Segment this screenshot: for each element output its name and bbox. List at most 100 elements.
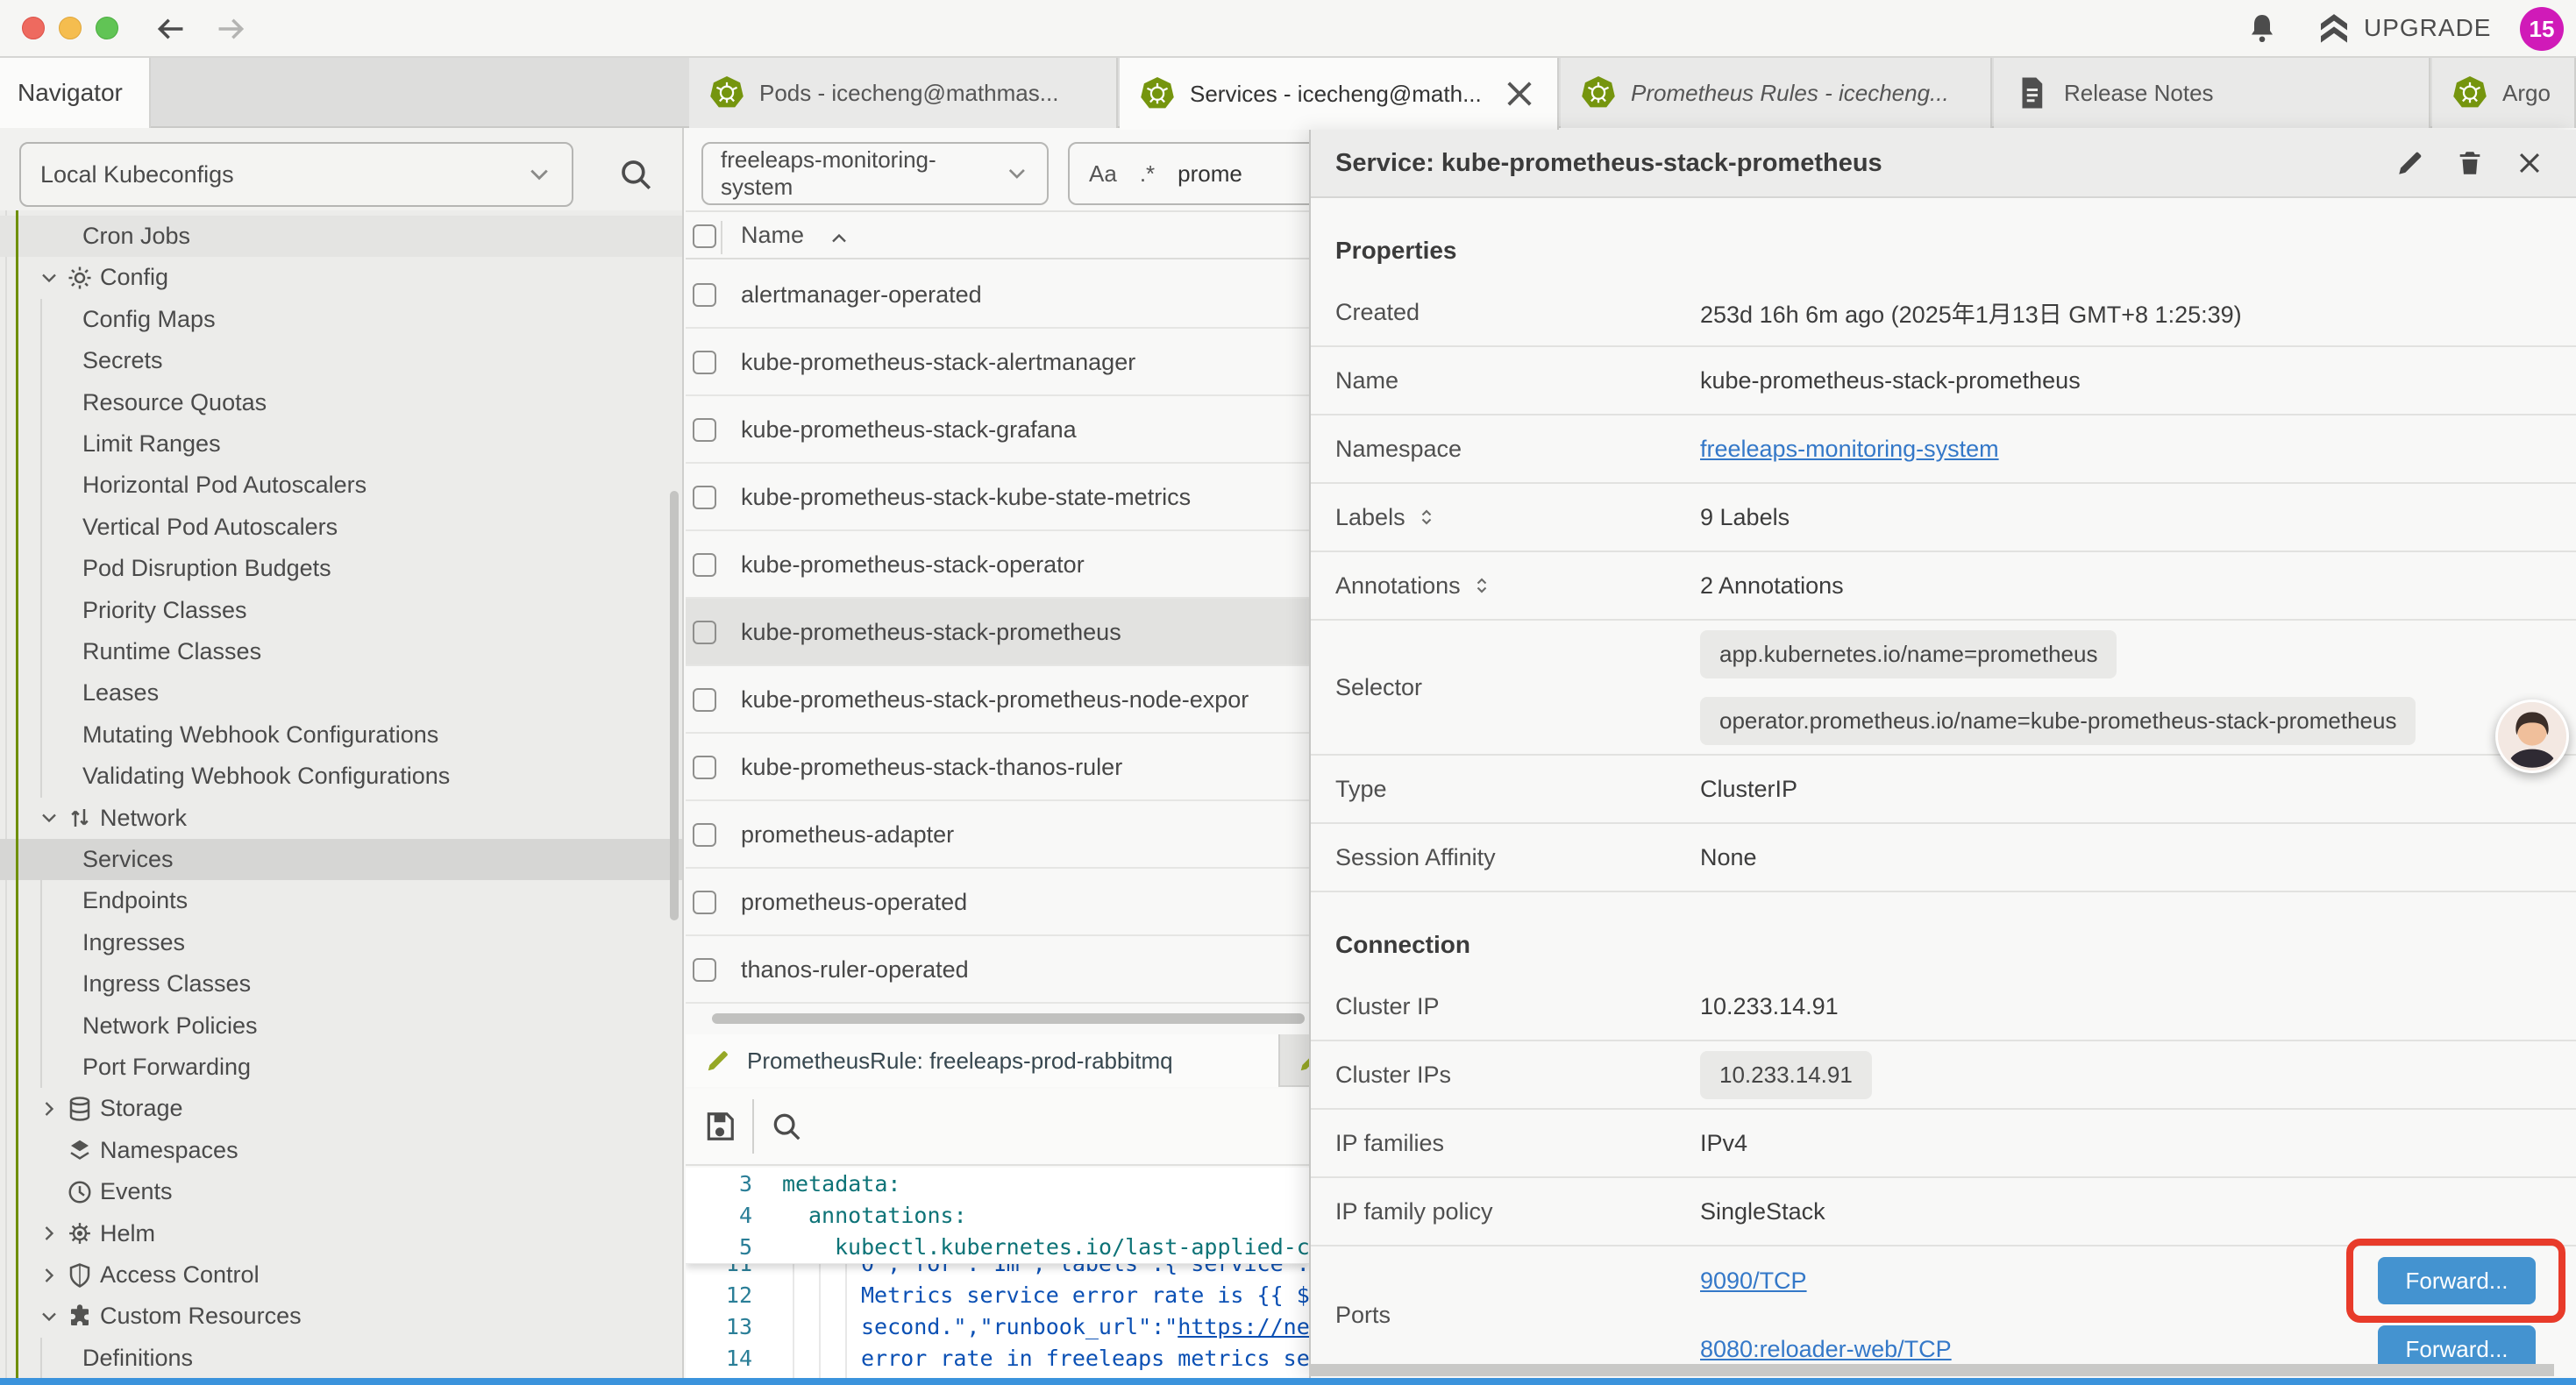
- sidebar-item-config[interactable]: Config: [0, 257, 684, 298]
- row-checkbox[interactable]: [693, 621, 716, 644]
- sidebar-item-helm[interactable]: Helm: [0, 1213, 684, 1254]
- table-row[interactable]: kube-prometheus-stack-kube-state-metrics: [686, 464, 1309, 531]
- drawer-horizontal-scrollbar[interactable]: [1309, 1364, 2554, 1376]
- upgrade-button[interactable]: UPGRADE: [2316, 11, 2491, 46]
- row-checkbox[interactable]: [693, 418, 716, 442]
- chevron-right-icon[interactable]: [39, 1223, 60, 1244]
- sidebar-item-cron-jobs[interactable]: Cron Jobs: [0, 216, 684, 257]
- row-checkbox[interactable]: [693, 756, 716, 779]
- table-row[interactable]: thanos-ruler-operated: [686, 936, 1309, 1004]
- tab-release-notes[interactable]: Release Notes: [1994, 58, 2430, 128]
- table-search-input[interactable]: Aa .* prome: [1068, 142, 1331, 205]
- match-case-toggle[interactable]: Aa: [1089, 160, 1117, 188]
- sidebar-item-config-maps[interactable]: Config Maps: [0, 299, 684, 340]
- table-row[interactable]: kube-prometheus-stack-alertmanager: [686, 329, 1309, 396]
- property-value-link[interactable]: freeleaps-monitoring-system: [1700, 436, 1999, 463]
- close-icon[interactable]: [1501, 75, 1538, 112]
- forward-button[interactable]: Forward...: [2378, 1257, 2536, 1304]
- kubeconfig-selector[interactable]: Local Kubeconfigs: [19, 142, 573, 207]
- sidebar-item-storage[interactable]: Storage: [0, 1088, 684, 1129]
- window-zoom-light[interactable]: [96, 17, 118, 39]
- code-link[interactable]: https://net: [1178, 1314, 1309, 1339]
- notification-count-badge[interactable]: 15: [2520, 7, 2564, 51]
- sidebar-item-vertical-pod-autoscalers[interactable]: Vertical Pod Autoscalers: [0, 507, 684, 548]
- delete-resource-icon[interactable]: [2455, 148, 2485, 178]
- sidebar-item-priority-classes[interactable]: Priority Classes: [0, 590, 684, 631]
- edit-resource-icon[interactable]: [2395, 148, 2425, 178]
- tab-argo-se[interactable]: Argo Se: [2432, 58, 2576, 128]
- forward-arrow-icon[interactable]: [214, 12, 247, 46]
- editor-search-icon[interactable]: [770, 1110, 803, 1143]
- row-checkbox[interactable]: [693, 958, 716, 982]
- chevron-down-icon: [1005, 161, 1029, 186]
- sidebar-item-endpoints[interactable]: Endpoints: [0, 880, 684, 921]
- sidebar-item-resource-quotas[interactable]: Resource Quotas: [0, 382, 684, 423]
- tab-pods-icecheng-mathmas[interactable]: Pods - icecheng@mathmas...: [689, 58, 1118, 128]
- table-row[interactable]: kube-prometheus-stack-prometheus: [686, 599, 1309, 666]
- tab-prometheus-rules-icecheng[interactable]: Prometheus Rules - icecheng...: [1561, 58, 1992, 128]
- sidebar-item-namespaces[interactable]: Namespaces: [0, 1130, 684, 1171]
- port-link[interactable]: 8080:reloader-web/TCP: [1700, 1336, 1952, 1363]
- regex-toggle[interactable]: .*: [1140, 160, 1155, 188]
- sidebar-item-port-forwarding[interactable]: Port Forwarding: [0, 1047, 684, 1088]
- table-row[interactable]: kube-prometheus-stack-operator: [686, 531, 1309, 599]
- table-horizontal-scrollbar[interactable]: [712, 1013, 1305, 1024]
- select-all-checkbox[interactable]: [693, 224, 716, 248]
- sidebar-item-leases[interactable]: Leases: [0, 672, 684, 714]
- navigator-panel-tab[interactable]: Navigator: [0, 58, 151, 128]
- sidebar-search-icon[interactable]: [617, 156, 654, 193]
- table-row[interactable]: alertmanager-operated: [686, 261, 1309, 329]
- sidebar-item-ingress-classes[interactable]: Ingress Classes: [0, 963, 684, 1005]
- row-checkbox[interactable]: [693, 823, 716, 847]
- port-link[interactable]: 9090/TCP: [1700, 1268, 1807, 1295]
- sidebar-item-ingresses[interactable]: Ingresses: [0, 922, 684, 963]
- table-row[interactable]: prometheus-operated: [686, 869, 1309, 936]
- chevron-down-icon[interactable]: [39, 1306, 60, 1327]
- sidebar-item-services[interactable]: Services: [0, 839, 684, 880]
- table-row[interactable]: kube-prometheus-stack-grafana: [686, 396, 1309, 464]
- sidebar-item-events[interactable]: Events: [0, 1171, 684, 1212]
- table-row[interactable]: prometheus-adapter: [686, 801, 1309, 869]
- chevron-right-icon[interactable]: [39, 1098, 60, 1119]
- sort-icon[interactable]: [1471, 575, 1492, 596]
- sidebar-item-custom-resources[interactable]: Custom Resources: [0, 1296, 684, 1337]
- row-checkbox[interactable]: [693, 891, 716, 914]
- row-checkbox[interactable]: [693, 351, 716, 374]
- sidebar-item-network-policies[interactable]: Network Policies: [0, 1005, 684, 1047]
- sidebar-item-horizontal-pod-autoscalers[interactable]: Horizontal Pod Autoscalers: [0, 465, 684, 506]
- sidebar-scrollbar[interactable]: [670, 491, 679, 920]
- sort-icon[interactable]: [1416, 507, 1437, 528]
- sidebar-item-network[interactable]: Network: [0, 798, 684, 839]
- namespace-selector[interactable]: freeleaps-monitoring-system: [701, 142, 1049, 205]
- sidebar-item-runtime-classes[interactable]: Runtime Classes: [0, 631, 684, 672]
- yaml-editor[interactable]: 110","for":"1m","labels":{"service":"f12…: [686, 1168, 1309, 1378]
- editor-tab-prometheusrule[interactable]: PrometheusRule: freeleaps-prod-rabbitmq: [686, 1034, 1280, 1087]
- close-drawer-icon[interactable]: [2515, 148, 2544, 178]
- sort-ascending-icon[interactable]: [829, 228, 850, 249]
- row-checkbox[interactable]: [693, 553, 716, 577]
- back-arrow-icon[interactable]: [154, 12, 188, 46]
- notifications-bell-icon[interactable]: [2246, 11, 2278, 45]
- property-value: IPv4: [1700, 1130, 1747, 1157]
- window-close-light[interactable]: [22, 17, 45, 39]
- sidebar-item-validating-webhook-configurations[interactable]: Validating Webhook Configurations: [0, 756, 684, 797]
- row-checkbox[interactable]: [693, 283, 716, 307]
- row-checkbox[interactable]: [693, 688, 716, 712]
- chevron-down-icon[interactable]: [39, 807, 60, 828]
- sidebar-item-mutating-webhook-configurations[interactable]: Mutating Webhook Configurations: [0, 714, 684, 756]
- tab-services-icecheng-math[interactable]: Services - icecheng@math...: [1120, 58, 1559, 130]
- sidebar-item-pod-disruption-budgets[interactable]: Pod Disruption Budgets: [0, 548, 684, 589]
- chevron-down-icon[interactable]: [39, 267, 60, 288]
- name-column-header[interactable]: Name: [741, 222, 804, 249]
- sidebar-item-access-control[interactable]: Access Control: [0, 1254, 684, 1296]
- row-checkbox[interactable]: [693, 486, 716, 509]
- user-avatar[interactable]: [2495, 700, 2569, 773]
- table-row[interactable]: kube-prometheus-stack-thanos-ruler: [686, 734, 1309, 801]
- sidebar-item-secrets[interactable]: Secrets: [0, 340, 684, 381]
- table-row[interactable]: kube-prometheus-stack-prometheus-node-ex…: [686, 666, 1309, 734]
- save-icon[interactable]: [703, 1110, 737, 1143]
- sidebar-item-definitions[interactable]: Definitions: [0, 1338, 684, 1379]
- window-minimize-light[interactable]: [59, 17, 82, 39]
- sidebar-item-limit-ranges[interactable]: Limit Ranges: [0, 423, 684, 465]
- chevron-right-icon[interactable]: [39, 1265, 60, 1286]
